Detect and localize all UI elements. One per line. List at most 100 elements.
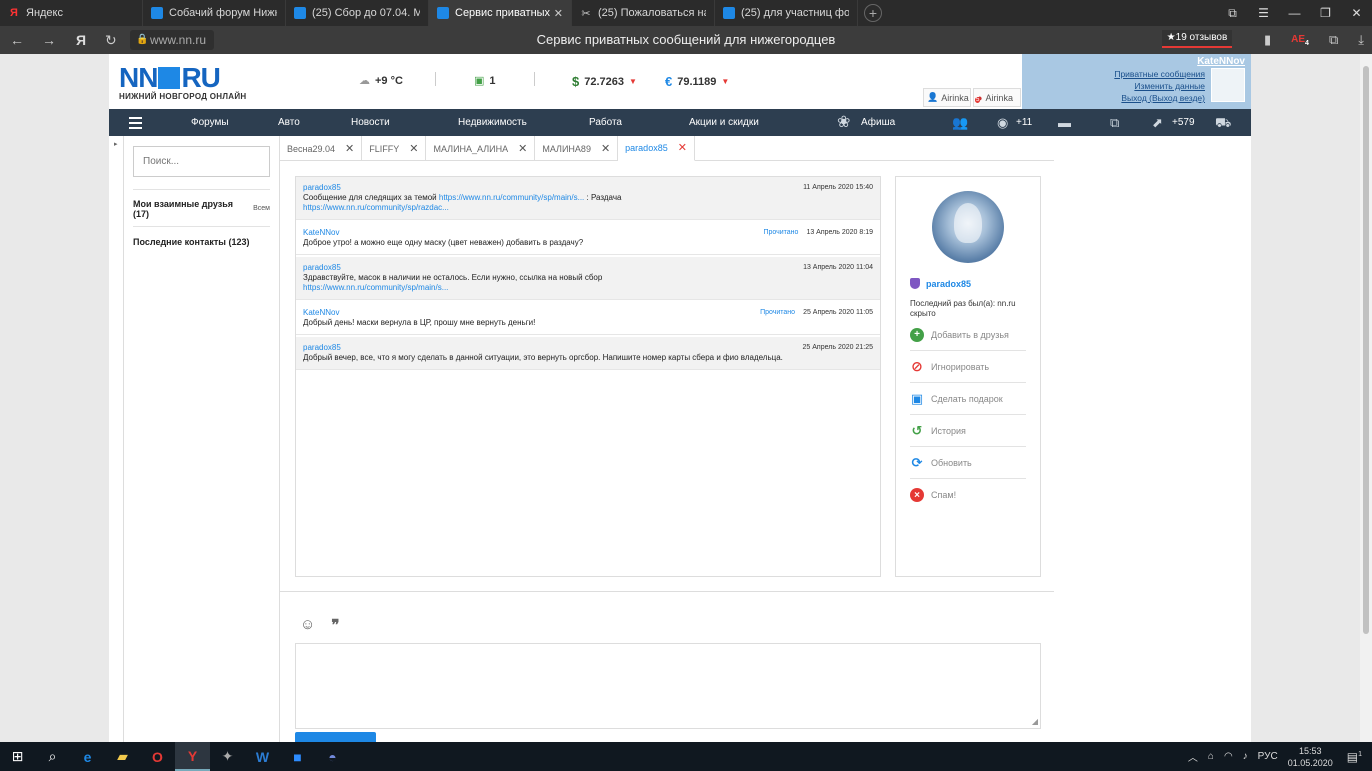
eur-rate[interactable]: € 79.1189 ▼ <box>665 74 729 89</box>
tab-conversation[interactable]: МАЛИНА89 ✕ <box>535 136 619 161</box>
mutual-friends-link[interactable]: Мои взаимные друзья (17) Всем <box>133 199 270 219</box>
weather-widget[interactable]: ☁ +9 °C <box>359 74 403 88</box>
current-user-name[interactable]: KateNNov <box>1197 56 1245 67</box>
nav-auto[interactable]: Авто <box>278 109 300 136</box>
volume-icon[interactable]: ♪ <box>1243 751 1248 762</box>
nav-realty[interactable]: Недвижимость <box>458 109 527 136</box>
tab-conversation[interactable]: Весна29.04 ✕ <box>280 136 363 161</box>
browser-tab[interactable]: (25) для участниц форума <box>715 0 858 26</box>
browser-tab[interactable]: (25) Сбор до 07.04. Много <box>286 0 429 26</box>
smiley-icon[interactable]: ☺ <box>300 616 315 634</box>
nav-afisha[interactable]: Афиша <box>861 109 895 136</box>
folder-icon[interactable]: ▰ <box>105 742 140 771</box>
reviews-badge[interactable]: ★19 отзывов <box>1162 30 1232 48</box>
friends-icon[interactable]: 👥 <box>952 109 968 136</box>
nav-news[interactable]: Новости <box>351 109 390 136</box>
profile-action-refresh[interactable]: ⟳ Обновить <box>910 447 1026 479</box>
profile-action-spam[interactable]: × Спам! <box>910 479 1026 511</box>
tray-network-icon[interactable]: ⌂ <box>1208 751 1214 762</box>
page-scrollbar[interactable] <box>1360 54 1372 742</box>
search-icon[interactable]: ⌕ <box>35 742 70 771</box>
chat-icon[interactable]: ▬ <box>1058 109 1071 136</box>
language-indicator[interactable]: РУС <box>1258 751 1278 762</box>
url-field[interactable]: 🔒 www.nn.ru <box>130 30 214 50</box>
friends-all-link[interactable]: Всем <box>253 205 270 212</box>
browser-tab[interactable]: ✂(25) Пожаловаться на орг <box>572 0 715 26</box>
message-author[interactable]: paradox85 <box>303 263 873 273</box>
tab-conversation[interactable]: paradox85 ✕ <box>618 136 695 161</box>
tray-chevron-icon[interactable]: ︿ <box>1188 749 1198 764</box>
mini-user-2[interactable]: ● 5 Airinka <box>973 88 1021 107</box>
views-count[interactable]: +11 <box>1016 109 1032 136</box>
tab-conversation[interactable]: МАЛИНА_АЛИНА ✕ <box>426 136 536 161</box>
message-link[interactable]: https://www.nn.ru/community/sp/main/s... <box>439 193 584 202</box>
system-clock[interactable]: 15:53 01.05.2020 <box>1288 745 1333 769</box>
back-icon[interactable]: ← <box>10 26 24 54</box>
rating-count[interactable]: +579 <box>1172 109 1195 136</box>
traffic-widget[interactable]: ▣ 1 <box>474 74 496 88</box>
restore-icon[interactable]: ❐ <box>1310 0 1341 26</box>
close-icon[interactable]: ✕ <box>1341 0 1372 26</box>
forward-icon[interactable]: → <box>42 26 56 54</box>
word-icon[interactable]: W <box>245 742 280 771</box>
discord-icon[interactable]: ◓ <box>315 742 350 771</box>
close-icon[interactable]: ✕ <box>554 7 563 20</box>
browser-tab[interactable]: Я Яндекс <box>0 0 143 26</box>
opera-icon[interactable]: O <box>140 742 175 771</box>
message-link[interactable]: https://www.nn.ru/community/sp/main/s... <box>303 283 873 293</box>
close-icon[interactable]: ✕ <box>345 137 354 161</box>
app-icon[interactable]: ✦ <box>210 742 245 771</box>
windows-start-icon[interactable]: ⊞ <box>0 742 35 771</box>
eye-icon[interactable]: ◉ <box>997 109 1008 136</box>
notifications-icon[interactable]: ▤1 <box>1347 750 1362 764</box>
close-icon[interactable]: ✕ <box>409 137 418 161</box>
menu-icon[interactable]: ☰ <box>1248 0 1279 26</box>
avatar[interactable] <box>932 191 1004 263</box>
profile-action-history[interactable]: ↺ История <box>910 415 1026 447</box>
nav-forums[interactable]: Форумы <box>191 109 229 136</box>
send-button[interactable] <box>295 732 376 742</box>
rating-arrow-icon[interactable]: ⬈ <box>1152 109 1163 136</box>
menu-icon[interactable] <box>129 117 142 132</box>
windows-icon[interactable]: ⧉ <box>1110 109 1119 136</box>
profile-name-link[interactable]: paradox85 <box>910 278 971 289</box>
quote-icon[interactable]: ❞ <box>331 616 339 634</box>
new-tab-icon[interactable]: + <box>864 4 882 22</box>
minimize-icon[interactable]: — <box>1279 0 1310 26</box>
close-icon[interactable]: ✕ <box>518 137 527 161</box>
nav-jobs[interactable]: Работа <box>589 109 622 136</box>
reload-icon[interactable]: ↻ <box>105 26 117 54</box>
search-input[interactable] <box>133 146 270 177</box>
tab-conversation[interactable]: FLIFFY ✕ <box>362 136 427 161</box>
zoom-icon[interactable]: ■ <box>280 742 315 771</box>
afisha-icon[interactable]: ❀ <box>837 109 850 136</box>
resize-grip-icon[interactable]: ◢ <box>1032 717 1038 726</box>
profile-action-plus-circle[interactable]: + Добавить в друзья <box>910 319 1026 351</box>
close-icon[interactable]: ✕ <box>678 136 687 160</box>
edit-profile-link[interactable]: Изменить данные <box>1134 81 1205 91</box>
message-link[interactable]: https://www.nn.ru/community/sp/razdac... <box>303 203 873 213</box>
yandex-button-icon[interactable]: Я <box>76 26 86 54</box>
site-logo[interactable]: NN RU НИЖНИЙ НОВГОРОД ОНЛАЙН <box>119 64 246 102</box>
message-author[interactable]: paradox85 <box>303 183 873 193</box>
usd-rate[interactable]: $ 72.7263 ▼ <box>572 74 637 89</box>
profile-action-gift[interactable]: ▣ Сделать подарок <box>910 383 1026 415</box>
yandex-browser-icon[interactable]: Y <box>175 742 210 771</box>
edge-icon[interactable]: e <box>70 742 105 771</box>
basket-icon[interactable]: ⛟ <box>1215 109 1231 136</box>
message-author[interactable]: paradox85 <box>303 343 873 353</box>
browser-tab[interactable]: Сервис приватных сообщ✕ <box>429 0 572 26</box>
avatar[interactable] <box>1211 68 1245 102</box>
close-icon[interactable]: ✕ <box>601 137 610 161</box>
collapse-arrow-icon[interactable]: ▸ <box>114 140 118 148</box>
nav-deals[interactable]: Акции и скидки <box>689 109 759 136</box>
profile-action-block[interactable]: ⊘ Игнорировать <box>910 351 1026 383</box>
tab-list-icon[interactable]: ⧉ <box>1217 0 1248 26</box>
message-textarea[interactable]: ◢ <box>295 643 1041 729</box>
private-messages-link[interactable]: Приватные сообщения <box>1114 69 1205 79</box>
recent-contacts-link[interactable]: Последние контакты (123) <box>133 237 250 247</box>
browser-tab[interactable]: Собачий форум Нижнего <box>143 0 286 26</box>
wifi-icon[interactable]: ◠ <box>1224 751 1233 762</box>
logout-link[interactable]: Выход (Выход везде) <box>1121 93 1205 103</box>
mini-user-1[interactable]: 👤 Airinka <box>923 88 971 107</box>
